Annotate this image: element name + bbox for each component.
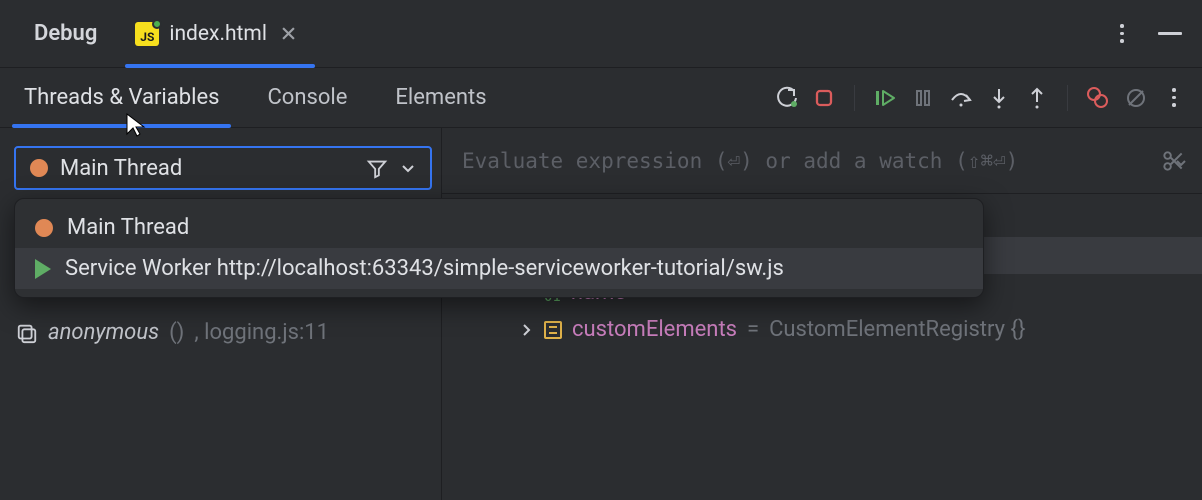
thread-selector[interactable]: Main Thread: [14, 146, 432, 190]
step-into-button[interactable]: [987, 86, 1011, 110]
step-out-button[interactable]: [1025, 86, 1049, 110]
dropdown-item-service-worker[interactable]: Service Worker http://localhost:63343/si…: [15, 248, 983, 289]
filter-icon[interactable]: [366, 157, 388, 179]
tab-elements[interactable]: Elements: [371, 68, 510, 127]
close-tab-button[interactable]: [277, 22, 301, 46]
tab-console[interactable]: Console: [243, 68, 371, 127]
more-options-button[interactable]: [1110, 22, 1134, 46]
javascript-file-icon: JS: [135, 22, 159, 46]
variable-custom-elements[interactable]: customElements = CustomElementRegistry {…: [448, 311, 1202, 348]
modified-dot-icon: [152, 19, 162, 29]
thread-state-icon: [35, 219, 53, 237]
expression-placeholder: Evaluate expression (⏎) or add a watch (…: [462, 149, 1018, 173]
dropdown-item-main-thread[interactable]: Main Thread: [15, 207, 983, 248]
panel-title: Debug: [12, 21, 115, 46]
debug-tabs-row: Threads & Variables Console Elements: [0, 68, 1202, 128]
rerun-button[interactable]: [774, 86, 798, 110]
chevron-down-icon[interactable]: [1174, 156, 1188, 170]
object-icon: [544, 321, 562, 339]
stop-button[interactable]: [812, 86, 836, 110]
chevron-right-icon: [518, 322, 534, 338]
stack-frame[interactable]: anonymous () , logging.js:11: [16, 320, 433, 345]
thread-running-icon: [35, 259, 51, 279]
frame-function: anonymous: [48, 320, 159, 345]
file-tab[interactable]: JS index.html: [125, 0, 315, 67]
view-breakpoints-button[interactable]: [1086, 86, 1110, 110]
frame-args: (): [169, 320, 184, 345]
thread-dropdown: Main Thread Service Worker http://localh…: [14, 198, 984, 298]
mute-breakpoints-button[interactable]: [1124, 86, 1148, 110]
frame-location: , logging.js:11: [194, 320, 329, 345]
evaluate-expression-input[interactable]: Evaluate expression (⏎) or add a watch (…: [442, 128, 1202, 194]
file-tab-label: index.html: [169, 22, 267, 46]
debug-more-button[interactable]: [1162, 86, 1186, 110]
titlebar: Debug JS index.html: [0, 0, 1202, 68]
chevron-down-icon[interactable]: [400, 160, 416, 176]
step-over-button[interactable]: [949, 86, 973, 110]
thread-state-icon: [30, 159, 48, 177]
minimize-button[interactable]: [1158, 22, 1182, 46]
thread-selector-label: Main Thread: [60, 156, 354, 181]
frames-pane: Main Thread Main Thread Service Worker h…: [0, 128, 442, 500]
resume-button[interactable]: [873, 86, 897, 110]
stack-frame-icon: [16, 322, 38, 344]
variables-pane: Evaluate expression (⏎) or add a watch (…: [442, 128, 1202, 500]
tab-threads-variables[interactable]: Threads & Variables: [0, 68, 243, 127]
pause-button[interactable]: [911, 86, 935, 110]
